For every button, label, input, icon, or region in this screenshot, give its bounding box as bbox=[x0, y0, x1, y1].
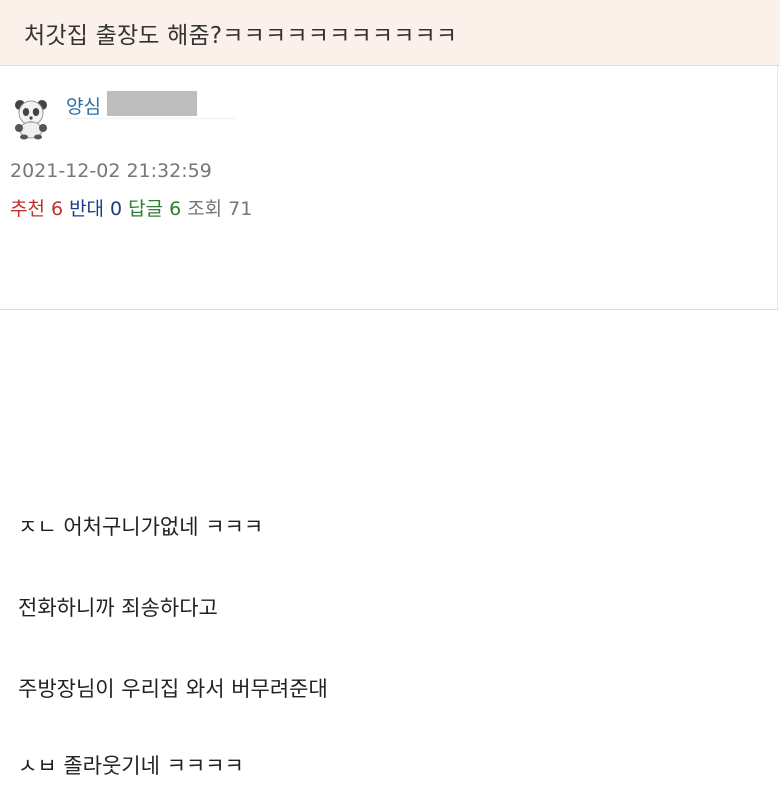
oppose-count: 0 bbox=[110, 198, 123, 220]
oppose-label[interactable]: 반대 bbox=[69, 198, 104, 220]
post-body-line: 주방장님이 우리집 와서 버무려준대 bbox=[18, 677, 328, 701]
recommend-count: 6 bbox=[50, 198, 64, 220]
recommend-label[interactable]: 추천 bbox=[10, 198, 45, 220]
post-title-bar: 처갓집 출장도 해줌?ㅋㅋㅋㅋㅋㅋㅋㅋㅋㅋㅋ bbox=[0, 0, 780, 66]
redacted-author-id bbox=[107, 91, 197, 116]
views-label: 조회 bbox=[187, 198, 223, 220]
reply-label[interactable]: 답글 bbox=[128, 198, 163, 220]
post-datetime: 2021-12-02 21:32:59 bbox=[10, 160, 212, 182]
post-title: 처갓집 출장도 해줌?ㅋㅋㅋㅋㅋㅋㅋㅋㅋㅋㅋ bbox=[24, 23, 458, 49]
post-body-line: ㅈㄴ 어처구니가없네 ㅋㅋㅋ bbox=[18, 515, 264, 539]
author-name[interactable]: 양심 bbox=[66, 92, 101, 119]
reply-count: 6 bbox=[169, 198, 182, 220]
post-info-box: 양심 2021-12-02 21:32:59 추천 6 반대 0 답글 6 조회 71 bbox=[0, 66, 778, 310]
views-count: 71 bbox=[228, 198, 253, 220]
divider bbox=[66, 118, 236, 119]
post-stats: 추천 6 반대 0 답글 6 조회 71 bbox=[10, 194, 252, 221]
panda-avatar-icon[interactable] bbox=[10, 96, 52, 140]
post-body-line: ㅅㅂ 졸라웃기네 ㅋㅋㅋㅋ bbox=[18, 754, 244, 778]
post-body-line: 전화하니까 죄송하다고 bbox=[18, 596, 218, 620]
